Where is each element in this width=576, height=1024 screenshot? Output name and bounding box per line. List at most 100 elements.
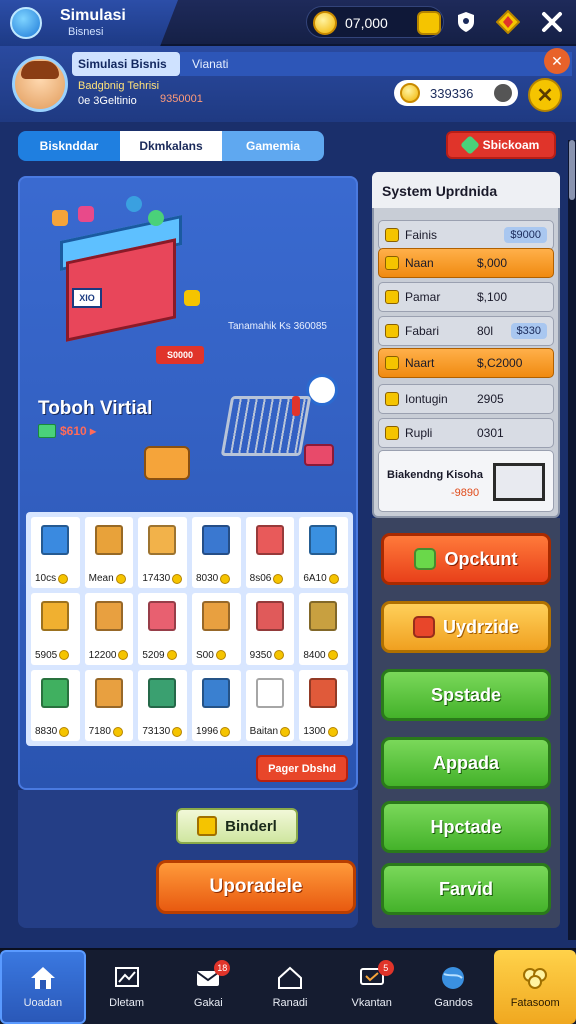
row-icon (385, 256, 399, 270)
item-label: 8400 (303, 650, 338, 661)
action-button-spstade[interactable]: Spstade (381, 669, 551, 721)
coin-balance[interactable]: 07,000 (306, 6, 444, 38)
profile-tab[interactable]: Vianati (180, 52, 572, 76)
grid-item[interactable]: 9350 (245, 593, 295, 665)
action-button-appada[interactable]: Appada (381, 737, 551, 789)
gem-info-icon[interactable] (494, 84, 512, 102)
item-price: 6A10 (303, 573, 327, 585)
grid-item[interactable]: 1996 (192, 669, 241, 741)
scrollbar-thumb[interactable] (569, 140, 575, 200)
trophy-icon (521, 965, 549, 991)
side-row[interactable]: Rupli 0301 (378, 418, 554, 448)
item-icon (255, 677, 284, 708)
coin-icon (112, 726, 123, 737)
item-grid: 10cs Mean 17430 8030 8s06 6A10 5905 12200 5209 S0… (26, 512, 353, 746)
nav-label: Vkantan (351, 997, 392, 1009)
nav-item-vkantan[interactable]: Vkantan 5 (331, 950, 413, 1024)
coin-icon (166, 650, 177, 661)
upgrade-button[interactable]: Uporadele (156, 860, 356, 914)
nav-item-fatasoom[interactable]: Fatasoom (494, 950, 576, 1024)
side-row[interactable]: Iontugin 2905 (378, 384, 554, 414)
side-card[interactable]: Biakendng Kisoha -9890 (378, 450, 554, 512)
tab-gamemia[interactable]: Gamemia (222, 131, 324, 161)
action-button-opckunt[interactable]: Opckunt (381, 533, 551, 585)
cash-icon (38, 424, 56, 438)
grid-item[interactable]: 7180 (84, 669, 134, 741)
item-price: 7180 (88, 726, 111, 737)
grid-item[interactable]: Mean (84, 517, 134, 589)
item-label: 10cs (35, 573, 69, 584)
item-label: 17430 (142, 573, 183, 585)
side-row[interactable]: Naart $,C2000 (378, 348, 554, 378)
chevron-badge-icon[interactable] (494, 8, 522, 36)
grid-item[interactable]: 17430 (138, 517, 187, 589)
picture-frame-icon (493, 463, 545, 501)
nav-item-dletam[interactable]: Dletam (86, 950, 168, 1024)
add-coins-button[interactable] (417, 11, 441, 35)
pager-button[interactable]: Pager Dbshd (256, 755, 348, 782)
scrollbar[interactable] (568, 140, 576, 940)
nav-item-ranadi[interactable]: Ranadi (249, 950, 331, 1024)
item-label: 8030 (196, 573, 231, 584)
item-label: 8s06 (250, 573, 284, 584)
nav-item-gandos[interactable]: Gandos (413, 950, 495, 1024)
chat-bubble-icon (306, 374, 338, 406)
coin-icon (220, 573, 231, 584)
gem-coin-icon (400, 83, 420, 103)
grid-item[interactable]: 6A10 (299, 517, 348, 589)
row-amount: 80l (477, 324, 494, 338)
action-button-farvid[interactable]: Farvid (381, 863, 551, 915)
grid-item[interactable]: 5209 (138, 593, 187, 665)
avatar[interactable] (12, 56, 68, 112)
row-chip: $330 (510, 323, 547, 339)
grid-item[interactable]: 1300 (299, 669, 348, 741)
side-row[interactable]: Fainis $9000 (378, 220, 554, 250)
grid-item[interactable]: 5905 (31, 593, 80, 665)
settings-cross-icon[interactable] (538, 8, 566, 36)
grid-item[interactable]: 8830 (31, 669, 80, 741)
nav-label: Dletam (109, 997, 144, 1009)
shield-icon[interactable] (452, 8, 480, 36)
binder-button[interactable]: Binderl (176, 808, 298, 844)
item-price: 17430 (142, 573, 171, 585)
coin-icon (273, 573, 284, 584)
nav-label: Fatasoom (510, 997, 560, 1009)
close-panel-button[interactable]: ✕ (528, 78, 562, 112)
row-icon (385, 392, 399, 406)
item-icon (41, 525, 69, 555)
coin-icon (328, 573, 339, 584)
item-label: S00 (196, 650, 226, 661)
grid-item[interactable]: 10cs (31, 517, 80, 589)
coin-icon (59, 726, 70, 737)
tab-dkmkalans[interactable]: Dkmkalans (120, 131, 222, 161)
nav-item-uoadan[interactable]: Uoadan (0, 950, 86, 1024)
grid-item[interactable]: S00 (192, 593, 241, 665)
grid-item[interactable]: 8400 (299, 593, 348, 665)
item-icon (309, 677, 338, 708)
side-row[interactable]: Naan $,000 (378, 248, 554, 278)
coin-icon (59, 650, 70, 661)
grid-item[interactable]: 8s06 (245, 517, 295, 589)
close-icon[interactable]: ✕ (544, 48, 570, 74)
item-icon (41, 677, 69, 708)
nav-item-gakai[interactable]: Gakai 18 (167, 950, 249, 1024)
profile-name: Simulasi Bisnis (72, 52, 180, 76)
row-amount: $,100 (477, 290, 508, 304)
action-button-uydrzide[interactable]: Uydrzide (381, 601, 551, 653)
gem-balance[interactable]: 339336 (394, 80, 518, 106)
floating-icon (126, 196, 142, 212)
grid-item[interactable]: 12200 (84, 593, 134, 665)
side-row[interactable]: Fabari 80l $330 (378, 316, 554, 346)
grid-item[interactable]: Baitan (245, 669, 295, 741)
action-button-hpctade[interactable]: Hpctade (381, 801, 551, 853)
item-price: S00 (196, 649, 214, 661)
store-button[interactable]: Sbickoam (446, 131, 556, 159)
row-icon (385, 290, 399, 304)
avatar-hair (21, 61, 59, 79)
shop-illustration: XIO (52, 196, 202, 342)
tab-business[interactable]: Bisknddar (18, 131, 120, 161)
chart-board-icon (113, 965, 141, 991)
side-row[interactable]: Pamar $,100 (378, 282, 554, 312)
grid-item[interactable]: 73130 (138, 669, 187, 741)
grid-item[interactable]: 8030 (192, 517, 241, 589)
